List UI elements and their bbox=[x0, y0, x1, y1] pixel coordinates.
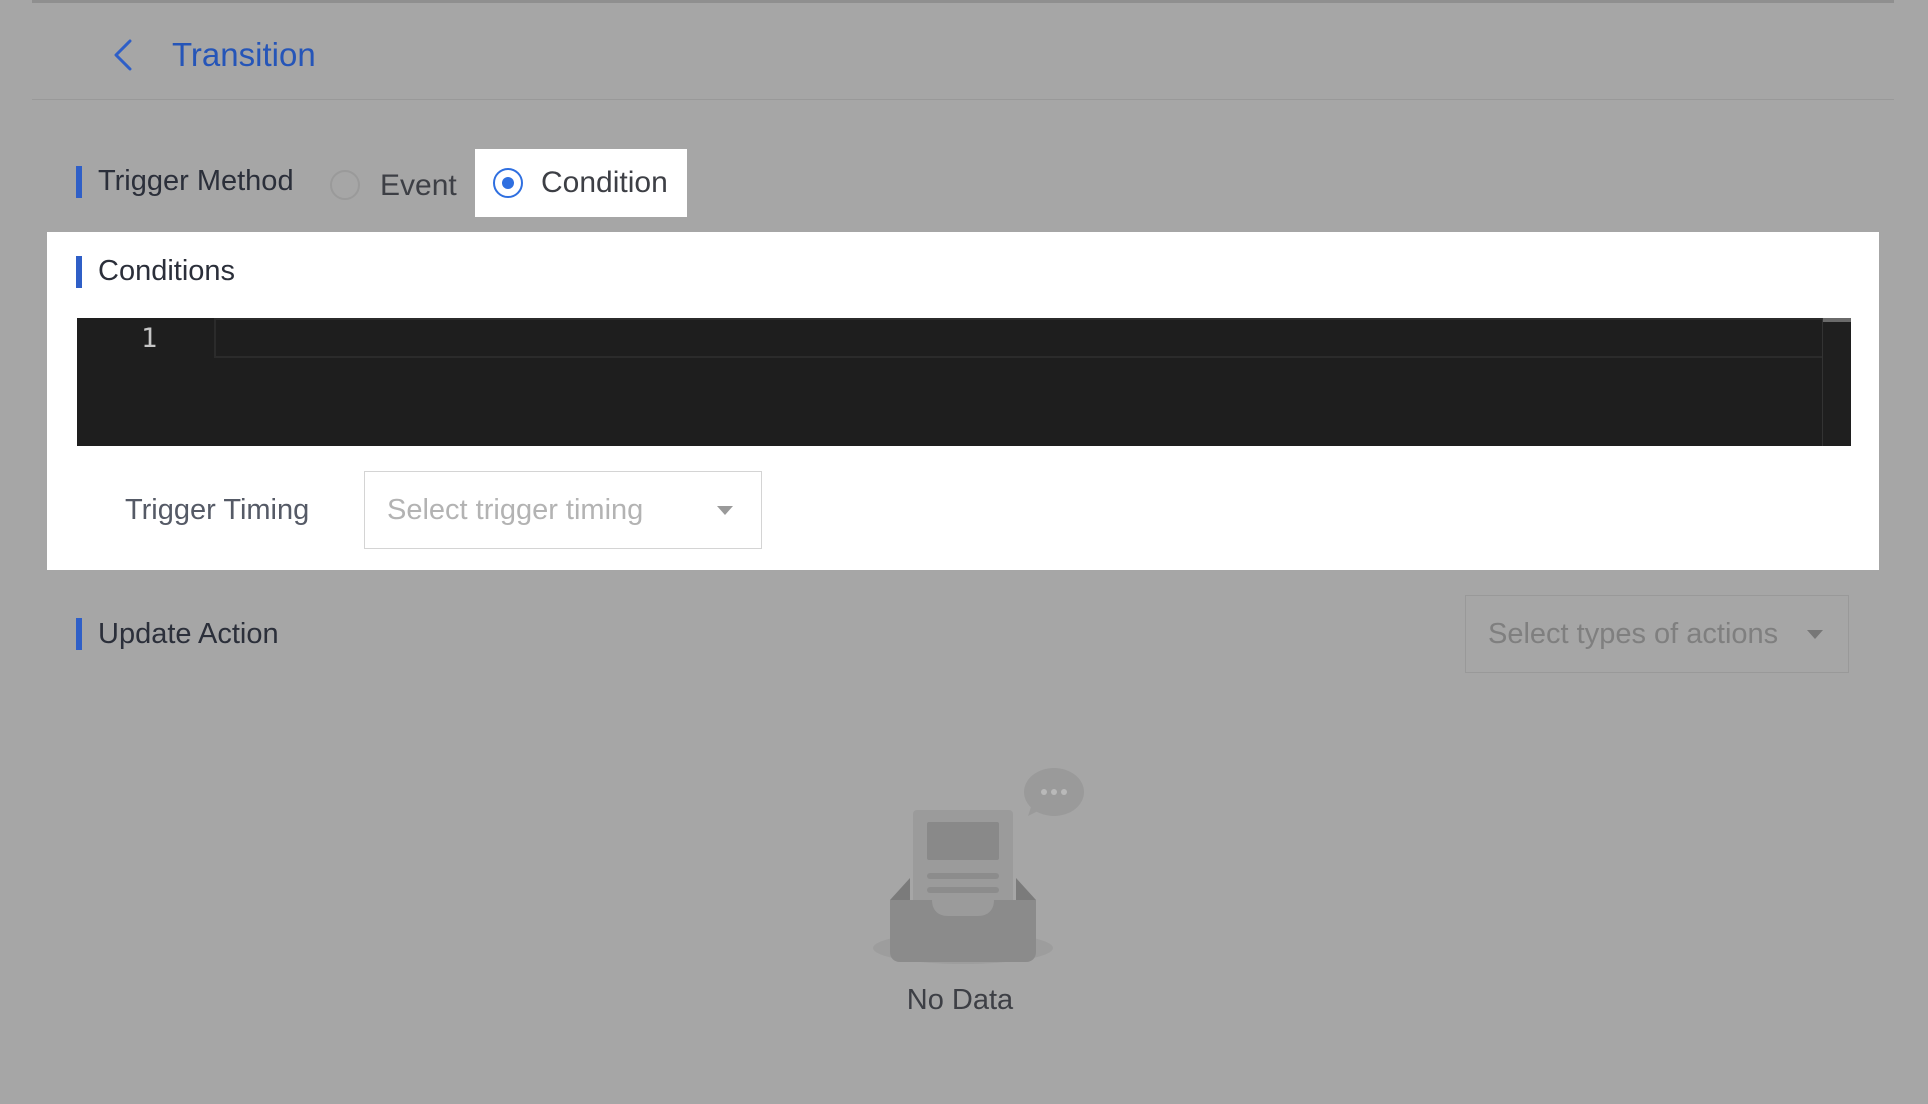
condition-code-editor[interactable]: 1 bbox=[77, 318, 1851, 446]
chevron-down-icon bbox=[1807, 630, 1823, 639]
update-action-label: Update Action bbox=[98, 618, 279, 650]
radio-unchecked-icon bbox=[330, 170, 360, 200]
header: Transition bbox=[32, 3, 1894, 100]
editor-current-line bbox=[214, 318, 1851, 358]
conditions-section-bar bbox=[76, 256, 82, 288]
trigger-method-section-bar bbox=[76, 166, 82, 198]
trigger-method-condition-radio[interactable]: Condition bbox=[475, 149, 687, 217]
line-number: 1 bbox=[141, 323, 158, 354]
trigger-timing-label: Trigger Timing bbox=[125, 494, 310, 526]
trigger-method-label: Trigger Method bbox=[98, 165, 294, 197]
trigger-timing-select[interactable]: Select trigger timing bbox=[364, 471, 762, 549]
update-action-section-bar bbox=[76, 618, 82, 650]
radio-checked-icon bbox=[493, 168, 523, 198]
conditions-label: Conditions bbox=[98, 255, 236, 287]
event-option-label: Event bbox=[380, 169, 457, 202]
chevron-left-icon bbox=[114, 39, 132, 71]
trigger-timing-placeholder: Select trigger timing bbox=[387, 494, 644, 526]
empty-inbox-icon bbox=[873, 768, 1084, 964]
action-type-select[interactable]: Select types of actions bbox=[1465, 595, 1849, 673]
empty-text: No Data bbox=[906, 984, 1014, 1016]
chevron-down-icon bbox=[717, 506, 733, 515]
back-button[interactable] bbox=[104, 33, 144, 77]
condition-option-label: Condition bbox=[541, 166, 668, 199]
editor-scrollbar[interactable] bbox=[1822, 318, 1851, 446]
radio-checked-dot bbox=[502, 177, 514, 189]
empty-state: No Data bbox=[860, 760, 1090, 1030]
page-title: Transition bbox=[172, 36, 316, 73]
action-type-placeholder: Select types of actions bbox=[1488, 618, 1779, 650]
conditions-panel: Conditions 1 Trigger Timing Select trigg… bbox=[47, 232, 1879, 570]
editor-scroll-thumb[interactable] bbox=[1823, 318, 1851, 322]
trigger-method-event-radio[interactable]: Event bbox=[330, 166, 460, 206]
